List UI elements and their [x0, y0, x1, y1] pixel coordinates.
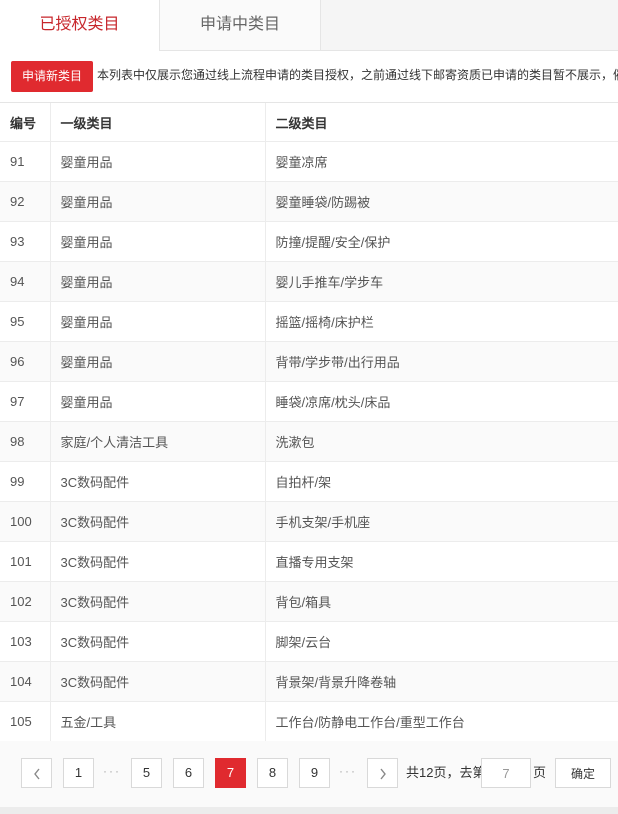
cell-primary-category: 婴童用品: [49, 261, 265, 302]
table-row: 94 婴童用品 婴儿手推车/学步车: [0, 261, 618, 302]
pagination-ellipsis-right: ···: [339, 764, 357, 778]
cell-primary-category: 五金/工具: [49, 701, 265, 742]
cell-secondary-category: 背包/箱具: [264, 581, 618, 622]
table-row: 102 3C数码配件 背包/箱具: [0, 581, 618, 622]
header-number: 编号: [0, 103, 50, 142]
table-row: 100 3C数码配件 手机支架/手机座: [0, 501, 618, 542]
cell-secondary-category: 睡袋/凉席/枕头/床品: [264, 381, 618, 422]
cell-number: 99: [0, 461, 50, 502]
cell-number: 103: [0, 621, 50, 662]
cell-primary-category: 婴童用品: [49, 381, 265, 422]
cell-primary-category: 3C数码配件: [49, 461, 265, 502]
cell-secondary-category: 洗漱包: [264, 421, 618, 462]
page-button-1[interactable]: 1: [63, 758, 94, 788]
page-button-9[interactable]: 9: [299, 758, 330, 788]
category-table: 编号 一级类目 二级类目 91 婴童用品 婴童凉席 92 婴童用品 婴童睡袋/防踢被 93 婴…: [0, 103, 618, 742]
cell-secondary-category: 脚架/云台: [264, 621, 618, 662]
page-button-8[interactable]: 8: [257, 758, 288, 788]
cell-number: 101: [0, 541, 50, 582]
page-unit-label: 页: [533, 765, 547, 780]
pagination-ellipsis-left: ···: [103, 764, 121, 778]
cell-secondary-category: 婴儿手推车/学步车: [264, 261, 618, 302]
cell-secondary-category: 直播专用支架: [264, 541, 618, 582]
page-button-6[interactable]: 6: [173, 758, 204, 788]
cell-number: 100: [0, 501, 50, 542]
cell-number: 94: [0, 261, 50, 302]
next-page-button[interactable]: [367, 758, 398, 788]
tab-bar-filler: [321, 0, 618, 50]
cell-primary-category: 3C数码配件: [49, 541, 265, 582]
category-tabs: 已授权类目 申请中类目: [0, 0, 618, 51]
cell-primary-category: 3C数码配件: [49, 501, 265, 542]
cell-number: 95: [0, 301, 50, 342]
table-row: 99 3C数码配件 自拍杆/架: [0, 461, 618, 502]
apply-new-category-button[interactable]: 申请新类目: [11, 61, 93, 92]
table-row: 93 婴童用品 防撞/提醒/安全/保护: [0, 221, 618, 262]
cell-number: 93: [0, 221, 50, 262]
cell-primary-category: 3C数码配件: [49, 661, 265, 702]
cell-secondary-category: 工作台/防静电工作台/重型工作台: [264, 701, 618, 742]
tab-pending-categories[interactable]: 申请中类目: [160, 0, 321, 50]
pagination: 1 ··· 5 6 7 8 9 ··· 共12页，去第 页 确定: [0, 741, 618, 807]
chevron-left-icon: [33, 768, 40, 780]
cell-number: 92: [0, 181, 50, 222]
bottom-divider: [0, 807, 618, 814]
notice-bar: 申请新类目 本列表中仅展示您通过线上流程申请的类目授权，之前通过线下邮寄资质已申…: [0, 50, 618, 103]
notice-text: 本列表中仅展示您通过线上流程申请的类目授权，之前通过线下邮寄资质已申请的类目暂不…: [97, 68, 618, 82]
table-row: 105 五金/工具 工作台/防静电工作台/重型工作台: [0, 701, 618, 742]
cell-secondary-category: 背景架/背景升降卷轴: [264, 661, 618, 702]
cell-primary-category: 婴童用品: [49, 181, 265, 222]
table-row: 98 家庭/个人清洁工具 洗漱包: [0, 421, 618, 462]
cell-primary-category: 3C数码配件: [49, 621, 265, 662]
cell-secondary-category: 婴童睡袋/防踢被: [264, 181, 618, 222]
header-secondary-category: 二级类目: [264, 103, 618, 142]
chevron-right-icon: [379, 768, 386, 780]
page-button-7-current[interactable]: 7: [215, 758, 246, 788]
cell-number: 104: [0, 661, 50, 702]
table-row: 92 婴童用品 婴童睡袋/防踢被: [0, 181, 618, 222]
table-row: 104 3C数码配件 背景架/背景升降卷轴: [0, 661, 618, 702]
table-row: 96 婴童用品 背带/学步带/出行用品: [0, 341, 618, 382]
total-pages-text: 共12页，去第: [406, 765, 486, 780]
cell-secondary-category: 自拍杆/架: [264, 461, 618, 502]
cell-primary-category: 家庭/个人清洁工具: [49, 421, 265, 462]
cell-number: 98: [0, 421, 50, 462]
confirm-goto-button[interactable]: 确定: [555, 758, 611, 788]
table-row: 103 3C数码配件 脚架/云台: [0, 621, 618, 662]
table-row: 95 婴童用品 摇篮/摇椅/床护栏: [0, 301, 618, 342]
cell-secondary-category: 手机支架/手机座: [264, 501, 618, 542]
cell-primary-category: 婴童用品: [49, 341, 265, 382]
cell-secondary-category: 背带/学步带/出行用品: [264, 341, 618, 382]
goto-page-input[interactable]: [481, 758, 531, 788]
table-row: 91 婴童用品 婴童凉席: [0, 141, 618, 182]
cell-primary-category: 3C数码配件: [49, 581, 265, 622]
cell-secondary-category: 防撞/提醒/安全/保护: [264, 221, 618, 262]
cell-primary-category: 婴童用品: [49, 301, 265, 342]
cell-number: 91: [0, 141, 50, 182]
cell-number: 102: [0, 581, 50, 622]
prev-page-button[interactable]: [21, 758, 52, 788]
cell-number: 97: [0, 381, 50, 422]
header-primary-category: 一级类目: [49, 103, 265, 142]
cell-number: 96: [0, 341, 50, 382]
page-button-5[interactable]: 5: [131, 758, 162, 788]
cell-secondary-category: 摇篮/摇椅/床护栏: [264, 301, 618, 342]
table-header-row: 编号 一级类目 二级类目: [0, 103, 618, 142]
cell-secondary-category: 婴童凉席: [264, 141, 618, 182]
cell-primary-category: 婴童用品: [49, 141, 265, 182]
cell-primary-category: 婴童用品: [49, 221, 265, 262]
table-row: 97 婴童用品 睡袋/凉席/枕头/床品: [0, 381, 618, 422]
table-row: 101 3C数码配件 直播专用支架: [0, 541, 618, 582]
tab-authorized-categories[interactable]: 已授权类目: [0, 0, 160, 51]
cell-number: 105: [0, 701, 50, 742]
